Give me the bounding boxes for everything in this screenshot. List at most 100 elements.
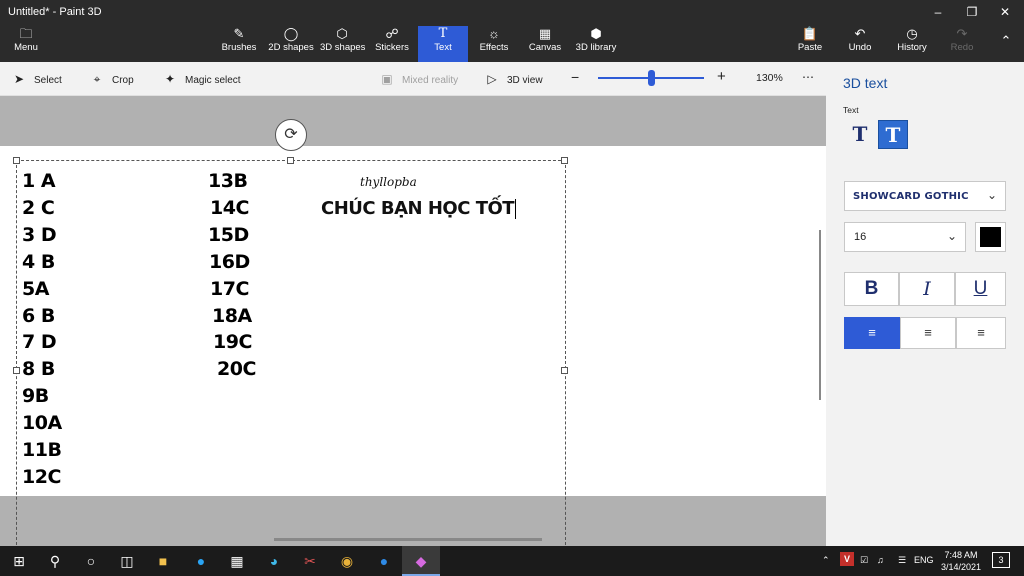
magic-select-button[interactable]: ✦ Magic select (163, 72, 241, 86)
effects-icon: ☼ (488, 26, 500, 41)
search-icon: ⚲ (49, 553, 61, 569)
menu-button[interactable]: 🗀 Menu (8, 26, 44, 62)
zoom-out-button[interactable]: − (571, 69, 579, 85)
taskbar-file-explorer[interactable]: ■ (144, 546, 182, 576)
mixed-reality-button[interactable]: ▣ Mixed reality (380, 72, 458, 86)
notification-center[interactable]: 3 (992, 552, 1010, 568)
close-button[interactable]: ✕ (990, 2, 1020, 22)
vertical-scrollbar[interactable] (819, 230, 821, 400)
bold-button[interactable]: B (844, 272, 899, 306)
zalo-icon: ● (379, 553, 389, 569)
cortana-button[interactable]: ○ (72, 546, 110, 576)
volume-icon[interactable]: ♫ (877, 555, 884, 565)
align-left-button[interactable]: ≡ (844, 317, 900, 349)
taskbar-zalo[interactable]: ● (365, 546, 403, 576)
clock-time: 7:48 AM (944, 550, 978, 560)
task-view-button[interactable]: ◫ (108, 546, 146, 576)
2d-text-button[interactable]: T (846, 120, 874, 149)
taskbar-skype[interactable]: ● (182, 546, 220, 576)
3d-view-icon: ▷ (487, 72, 497, 86)
text-icon: T (438, 26, 448, 41)
underline-button[interactable]: U (955, 272, 1006, 306)
start-button[interactable]: ⊞ (0, 546, 38, 576)
mixed-reality-icon: ▣ (381, 72, 393, 86)
tool-stickers[interactable]: ☍ Stickers (372, 26, 412, 62)
3d-text-button[interactable]: T (878, 120, 908, 149)
2d-shapes-icon: ◯ (283, 26, 299, 41)
resize-handle[interactable] (13, 367, 20, 374)
italic-button[interactable]: I (899, 272, 955, 306)
cortana-icon: ○ (86, 553, 96, 569)
taskbar-edge[interactable]: ◕ (255, 546, 293, 576)
zoom-slider-thumb[interactable] (648, 70, 655, 86)
resize-handle[interactable] (561, 367, 568, 374)
resize-handle[interactable] (287, 157, 294, 164)
3d-view-button[interactable]: ▷ 3D view (485, 72, 542, 86)
tool-2d-shapes[interactable]: ◯ 2D shapes (268, 26, 314, 62)
search-button[interactable]: ⚲ (36, 546, 74, 576)
clock-date: 3/14/2021 (940, 562, 982, 572)
zoom-level[interactable]: 130% (756, 72, 783, 84)
history-button[interactable]: ◷ History (895, 26, 929, 62)
crop-button[interactable]: ⌖ Crop (90, 72, 134, 87)
edge-icon: ◕ (269, 553, 279, 569)
undo-button[interactable]: ↶ Undo (845, 26, 875, 62)
chrome-icon: ◉ (340, 553, 354, 569)
taskbar-paint3d[interactable]: ◆ (402, 546, 440, 576)
2d-text-icon: T (852, 122, 868, 146)
skype-icon: ● (196, 553, 206, 569)
font-family-select[interactable]: SHOWCARD GOTHIC ⌄ (844, 181, 1006, 211)
wifi-icon[interactable]: ☰ (898, 555, 906, 566)
text-selection-box[interactable] (16, 160, 566, 550)
folder-icon: 🗀 (19, 26, 33, 41)
minimize-button[interactable]: – (923, 2, 953, 22)
3d-shapes-icon: ⬡ (336, 26, 348, 41)
rotate-handle[interactable]: ⟳ (275, 119, 307, 151)
more-options-button[interactable]: ⋯ (802, 70, 814, 84)
chevron-down-icon: ⌄ (986, 188, 997, 202)
maximize-button[interactable]: ❐ (957, 2, 987, 22)
align-center-button[interactable]: ≡ (900, 317, 956, 349)
tool-text[interactable]: T Text (418, 26, 468, 62)
taskbar-chrome[interactable]: ◉ (328, 546, 366, 576)
resize-handle[interactable] (561, 157, 568, 164)
history-icon: ◷ (906, 26, 918, 41)
chevron-down-icon: ⌄ (946, 229, 957, 243)
stickers-icon: ☍ (385, 26, 399, 41)
zoom-in-button[interactable]: + (717, 68, 726, 85)
3d-library-icon: ⬢ (590, 26, 602, 41)
select-button[interactable]: ➤ Select (12, 72, 62, 86)
magic-select-icon: ✦ (164, 72, 176, 86)
text-color-picker[interactable] (975, 222, 1006, 252)
taskbar-snipping[interactable]: ✂ (291, 546, 329, 576)
redo-icon: ↷ (956, 26, 968, 41)
font-size-select[interactable]: 16 ⌄ (844, 222, 966, 252)
redo-button[interactable]: ↷ Redo (948, 26, 976, 62)
undo-icon: ↶ (854, 26, 866, 41)
window-title: Untitled* - Paint 3D (8, 6, 102, 18)
color-swatch (980, 227, 1001, 247)
canvas-icon: ▦ (538, 26, 552, 41)
collapse-ribbon-button[interactable]: ⌃ (996, 26, 1016, 62)
tool-3d-shapes[interactable]: ⬡ 3D shapes (320, 26, 365, 62)
clock[interactable]: 7:48 AM 3/14/2021 (935, 549, 987, 573)
font-size-value: 16 (854, 231, 867, 243)
tool-effects[interactable]: ☼ Effects (476, 26, 512, 62)
tool-3d-library[interactable]: ⬢ 3D library (574, 26, 618, 62)
align-right-button[interactable]: ≡ (956, 317, 1006, 349)
align-right-icon: ≡ (977, 325, 985, 340)
tool-canvas[interactable]: ▦ Canvas (526, 26, 564, 62)
show-hidden-icons[interactable]: ⌃ (822, 555, 830, 566)
chevron-up-icon: ⌃ (822, 555, 830, 565)
input-method-icon[interactable]: ☑ (860, 555, 868, 566)
language-indicator[interactable]: ENG (914, 555, 934, 565)
panel-title: 3D text (843, 75, 888, 91)
align-left-icon: ≡ (868, 325, 876, 340)
resize-handle[interactable] (13, 157, 20, 164)
taskbar-store[interactable]: ▦ (218, 546, 256, 576)
paste-button[interactable]: 📋 Paste (795, 26, 825, 62)
tool-brushes[interactable]: ✎ Brushes (220, 26, 258, 62)
store-icon: ▦ (230, 553, 244, 569)
antivirus-tray-icon[interactable]: V (840, 552, 854, 566)
cursor-icon: ➤ (13, 72, 25, 86)
